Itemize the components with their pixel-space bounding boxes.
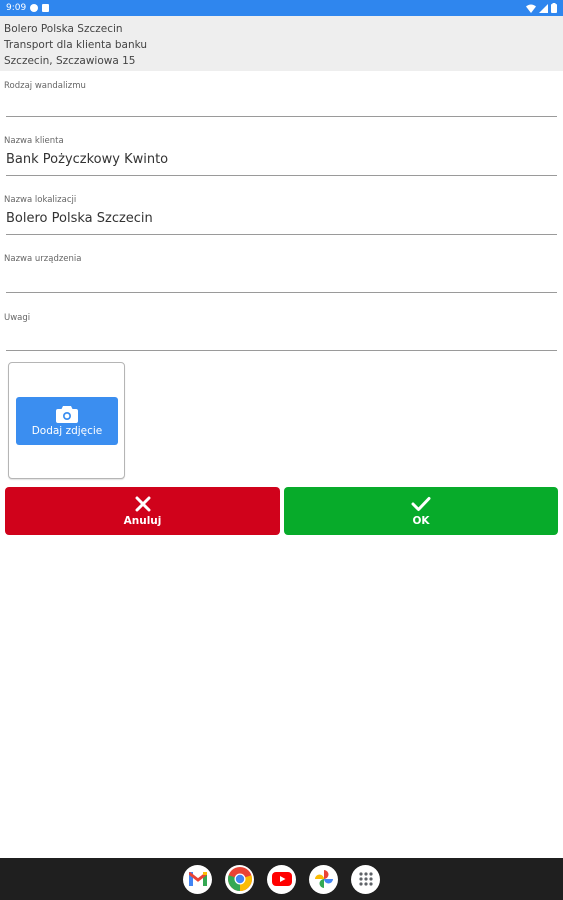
device-name-input[interactable] <box>4 269 557 287</box>
close-icon <box>135 496 150 511</box>
vandalism-type-underline <box>6 116 557 117</box>
sim-icon <box>42 4 50 12</box>
camera-icon <box>56 406 78 423</box>
gmail-icon[interactable] <box>183 864 212 894</box>
chrome-icon[interactable] <box>225 864 254 894</box>
add-photo-label: Dodaj zdjęcie <box>31 425 103 437</box>
battery-icon <box>551 3 557 13</box>
vandalism-type-input[interactable] <box>4 96 557 114</box>
signal-icon <box>539 3 548 13</box>
client-name-underline <box>6 175 557 176</box>
header-service: Transport dla klienta banku <box>4 39 148 51</box>
photos-icon[interactable] <box>309 864 338 894</box>
cancel-button[interactable]: Anuluj <box>5 487 280 535</box>
photo-slot: Dodaj zdjęcie <box>8 362 125 479</box>
notes-input[interactable] <box>4 328 557 346</box>
notes-label: Uwagi <box>4 313 31 323</box>
app-drawer-icon[interactable] <box>351 864 380 894</box>
client-name-label: Nazwa klienta <box>4 136 64 146</box>
status-bar: 9:09 <box>0 0 563 16</box>
app-dock <box>0 858 563 900</box>
vandalism-type-field[interactable]: Rodzaj wandalizmu <box>4 81 557 117</box>
check-icon <box>411 496 431 511</box>
location-name-input[interactable]: Bolero Polska Szczecin <box>4 210 557 228</box>
notification-icon <box>30 4 39 12</box>
vandalism-type-label: Rodzaj wandalizmu <box>4 81 86 91</box>
location-name-field[interactable]: Nazwa lokalizacji Bolero Polska Szczecin <box>4 195 557 235</box>
location-name-underline <box>6 234 557 235</box>
ok-button[interactable]: OK <box>284 487 558 535</box>
notes-field[interactable]: Uwagi <box>4 313 557 351</box>
cancel-label: Anuluj <box>123 514 162 527</box>
header-address: Szczecin, Szczawiowa 15 <box>4 55 136 67</box>
job-header: Bolero Polska Szczecin Transport dla kli… <box>0 16 563 71</box>
header-location: Bolero Polska Szczecin <box>4 23 123 35</box>
client-name-input[interactable]: Bank Pożyczkowy Kwinto <box>4 151 557 169</box>
notes-underline <box>6 350 557 351</box>
device-name-field[interactable]: Nazwa urządzenia <box>4 254 557 293</box>
device-name-underline <box>6 292 557 293</box>
youtube-icon[interactable] <box>267 864 296 894</box>
status-time: 9:09 <box>6 3 27 13</box>
wifi-icon <box>526 4 536 13</box>
location-name-label: Nazwa lokalizacji <box>4 195 77 205</box>
add-photo-button[interactable]: Dodaj zdjęcie <box>16 397 118 445</box>
ok-label: OK <box>412 514 430 527</box>
device-name-label: Nazwa urządzenia <box>4 254 82 264</box>
client-name-field[interactable]: Nazwa klienta Bank Pożyczkowy Kwinto <box>4 136 557 176</box>
